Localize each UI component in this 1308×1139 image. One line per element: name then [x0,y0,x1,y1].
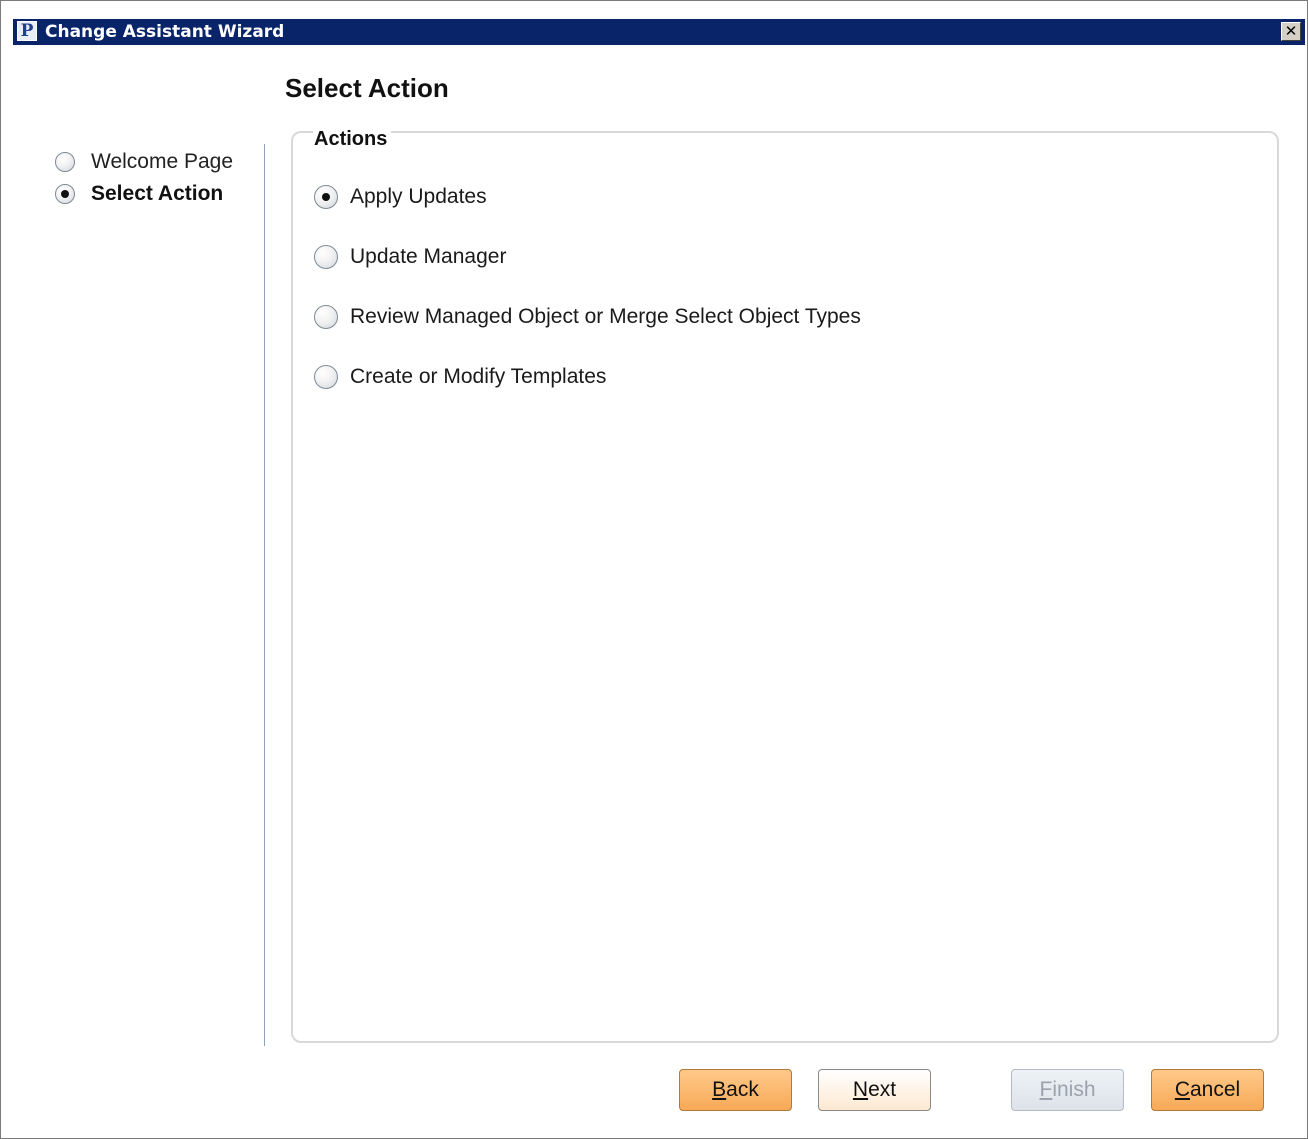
option-label-update-manager: Update Manager [350,245,507,268]
finish-button-mnemonic: F [1039,1078,1053,1101]
back-button-mnemonic: B [712,1078,727,1101]
next-button[interactable]: Next [818,1069,931,1111]
wizard-steps: Welcome Page Select Action [55,146,255,210]
close-button[interactable]: ✕ [1281,22,1301,41]
back-button-label: ack [726,1078,759,1101]
finish-button[interactable]: Finish [1011,1069,1124,1111]
step-select-action[interactable]: Select Action [55,178,255,210]
wizard-window: P Change Assistant Wizard ✕ Select Actio… [0,0,1308,1139]
step-welcome-page[interactable]: Welcome Page [55,146,255,178]
cancel-button-mnemonic: C [1174,1078,1190,1101]
option-apply-updates[interactable]: Apply Updates [314,181,861,213]
next-button-mnemonic: N [852,1078,869,1101]
option-label-review-managed-object: Review Managed Object or Merge Select Ob… [350,305,861,328]
option-label-create-modify-templates: Create or Modify Templates [350,365,607,388]
cancel-button[interactable]: Cancel [1151,1069,1264,1111]
step-label-select-action: Select Action [91,182,224,205]
radio-apply-updates[interactable] [314,185,338,209]
close-icon: ✕ [1284,22,1298,40]
page-title: Select Action [285,73,449,103]
radio-create-modify-templates[interactable] [314,365,338,389]
option-review-managed-object[interactable]: Review Managed Object or Merge Select Ob… [314,301,861,333]
title-bar[interactable]: P Change Assistant Wizard ✕ [13,19,1305,45]
actions-options: Apply Updates Update Manager Review Mana… [314,181,861,421]
cancel-button-label: ancel [1189,1078,1241,1101]
back-button[interactable]: Back [679,1069,792,1111]
option-create-modify-templates[interactable]: Create or Modify Templates [314,361,861,393]
radio-review-managed-object[interactable] [314,305,338,329]
finish-button-label: inish [1052,1078,1096,1101]
actions-group-legend: Actions [313,128,392,151]
window-title: Change Assistant Wizard [45,22,285,42]
option-label-apply-updates: Apply Updates [350,185,487,208]
step-radio-select-action[interactable] [55,184,75,204]
step-radio-welcome[interactable] [55,152,75,172]
option-update-manager[interactable]: Update Manager [314,241,861,273]
app-logo-icon: P [17,21,37,41]
step-label-welcome: Welcome Page [91,150,234,173]
next-button-label: ext [868,1078,897,1101]
steps-divider [264,144,265,1046]
radio-update-manager[interactable] [314,245,338,269]
